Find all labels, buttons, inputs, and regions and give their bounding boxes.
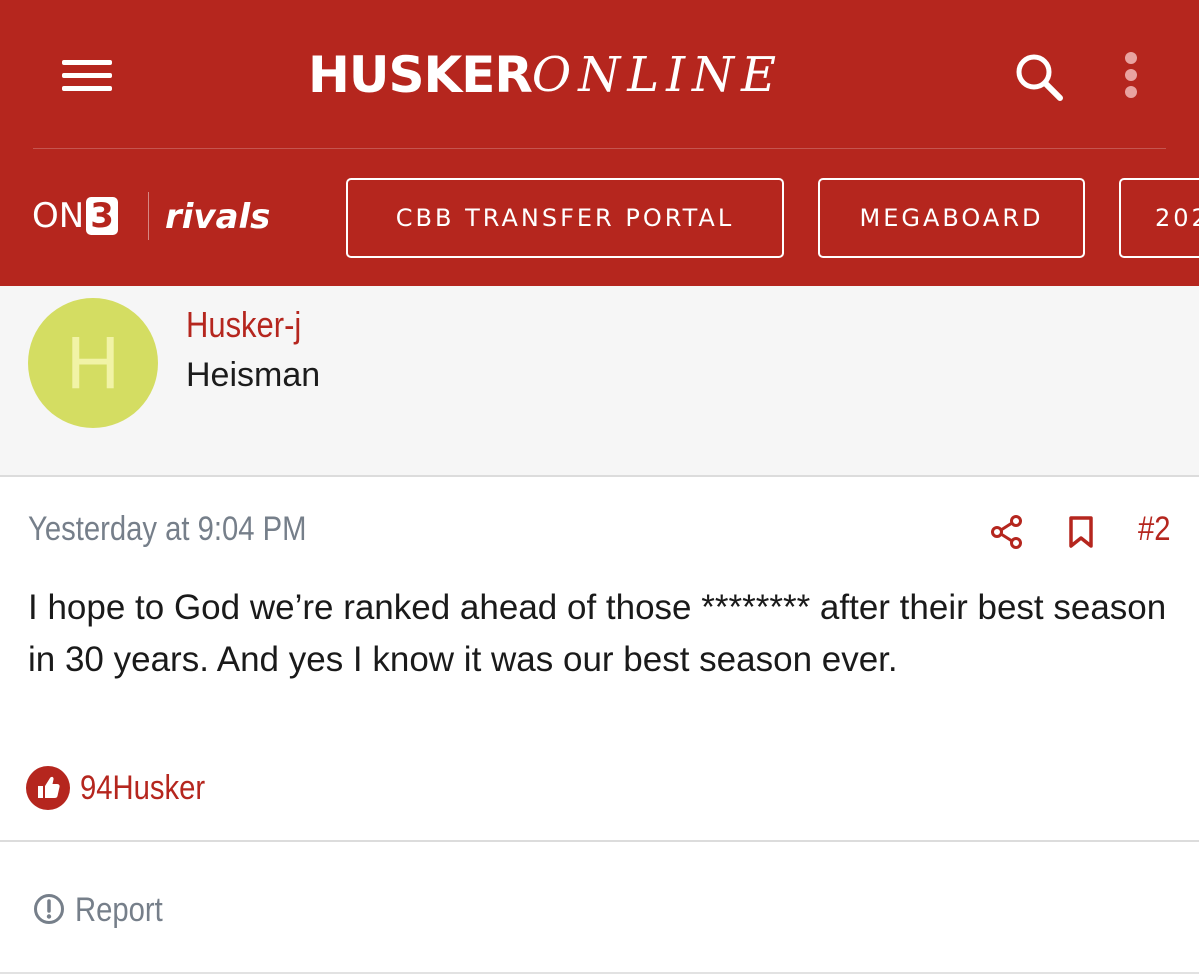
- avatar[interactable]: H: [28, 298, 158, 428]
- bookmark-icon[interactable]: [1066, 514, 1096, 550]
- thumbs-up-icon: [26, 766, 70, 810]
- logo-separator: [148, 192, 149, 240]
- on3-number: 3: [86, 197, 118, 235]
- logo-husker: HUSKER: [308, 46, 533, 104]
- nav-2025[interactable]: 2025: [1119, 178, 1199, 258]
- report-label: Report: [75, 891, 163, 929]
- user-title: Heisman: [186, 356, 321, 394]
- on3-text: ON: [32, 196, 85, 236]
- post-body: I hope to God we’re ranked ahead of thos…: [28, 588, 1167, 679]
- site-header: HUSKERONLINE ON 3 rivals CBB TRANSFER POR…: [0, 0, 1199, 286]
- header-divider: [33, 148, 1166, 149]
- bottom-divider: [0, 972, 1199, 974]
- post-divider: [0, 840, 1199, 842]
- search-icon[interactable]: [1012, 50, 1068, 106]
- reaction-users[interactable]: 94Husker: [80, 766, 205, 810]
- report-icon: [33, 892, 67, 926]
- rivals-logo[interactable]: rivals: [165, 194, 270, 240]
- on3-logo[interactable]: ON 3: [32, 194, 118, 238]
- more-options-icon[interactable]: [1118, 50, 1144, 100]
- username-link[interactable]: Husker-j: [186, 304, 301, 346]
- hamburger-menu-icon[interactable]: [62, 54, 114, 94]
- author-card: H Husker-j Heisman: [0, 286, 1199, 477]
- share-icon[interactable]: [990, 514, 1024, 550]
- logo-online: ONLINE: [531, 47, 784, 103]
- post-timestamp[interactable]: Yesterday at 9:04 PM: [28, 510, 307, 549]
- nav-megaboard[interactable]: MEGABOARD: [818, 178, 1085, 258]
- nav-cbb-transfer-portal[interactable]: CBB TRANSFER PORTAL: [346, 178, 784, 258]
- site-logo[interactable]: HUSKERONLINE: [308, 46, 783, 106]
- post-number-link[interactable]: #2: [1138, 510, 1171, 549]
